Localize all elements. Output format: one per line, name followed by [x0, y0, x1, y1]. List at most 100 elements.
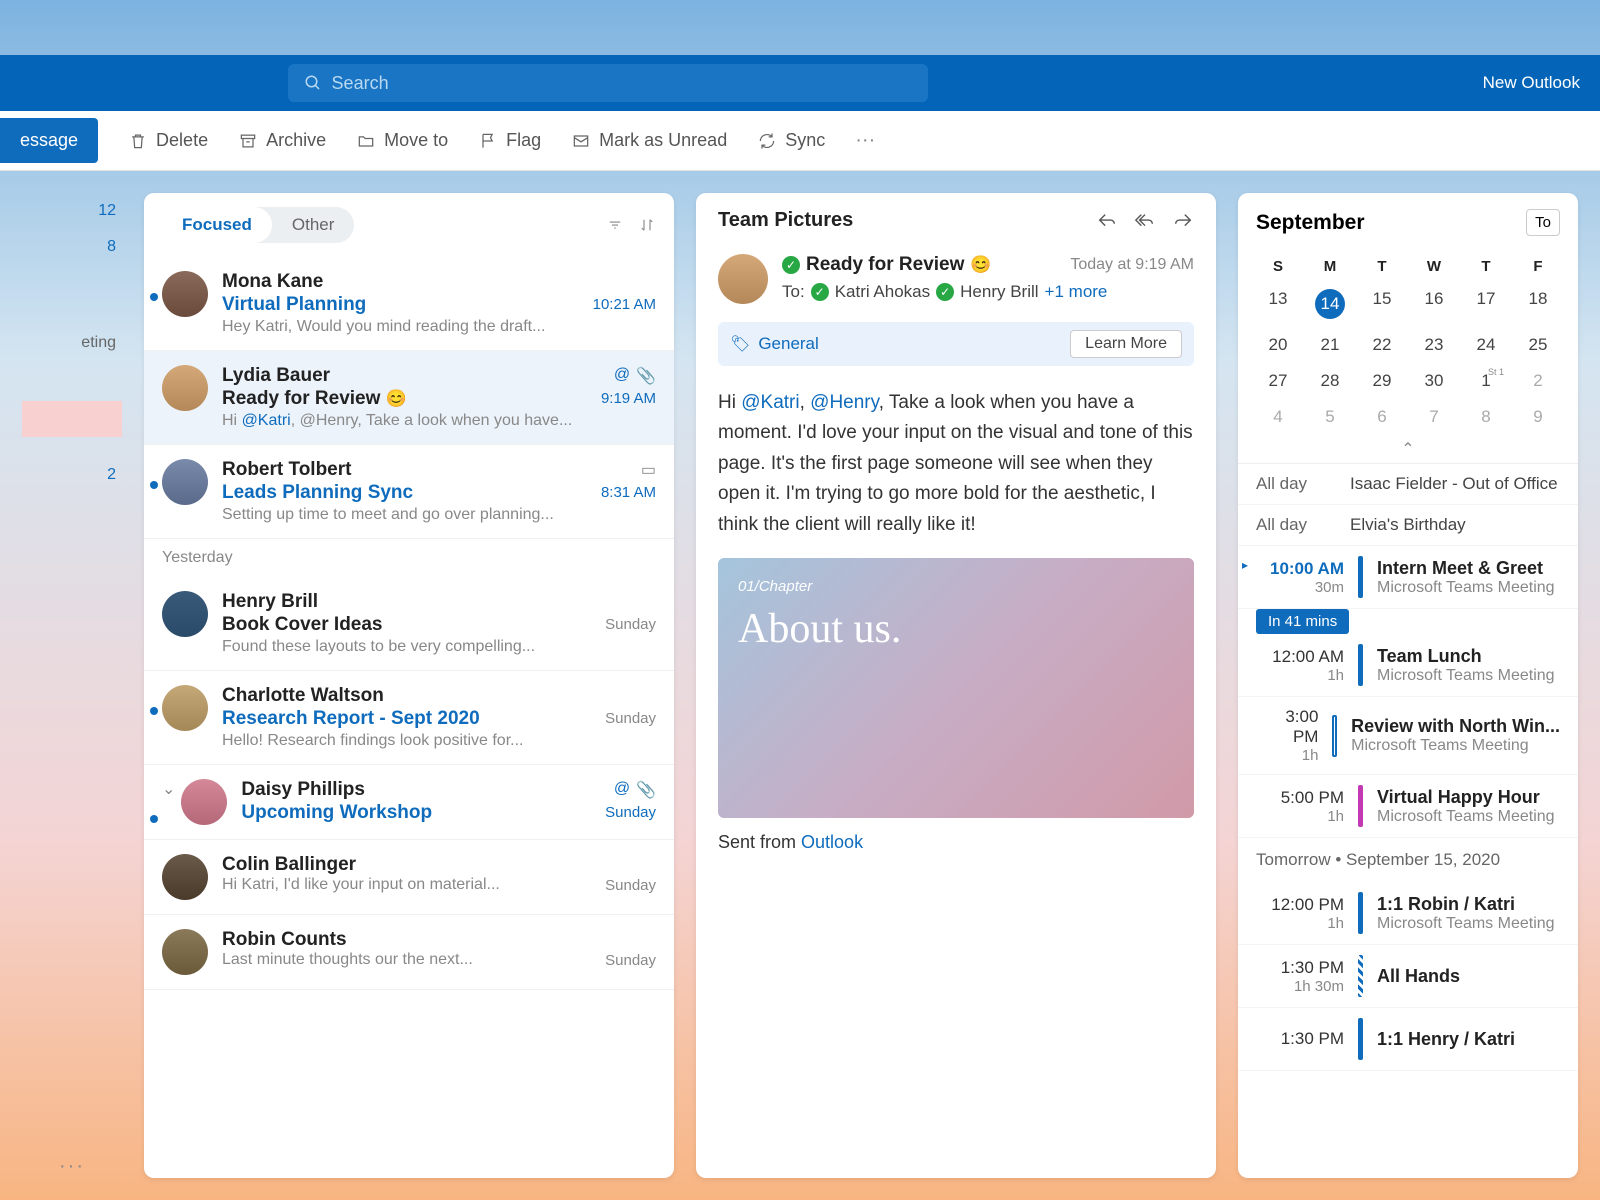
avatar [162, 854, 208, 900]
tab-other[interactable]: Other [272, 207, 355, 243]
filter-icon[interactable] [606, 216, 624, 234]
new-outlook-toggle[interactable]: New Outlook [1483, 73, 1580, 93]
time: Sunday [605, 877, 656, 894]
calendar-event[interactable]: 12:00 AM1h Team LunchMicrosoft Teams Mee… [1238, 634, 1578, 697]
calendar-dow: SMTWTF [1252, 252, 1564, 281]
calendar-event[interactable]: 12:00 PM1h 1:1 Robin / KatriMicrosoft Te… [1238, 882, 1578, 945]
preview: Hey Katri, Would you mind reading the dr… [222, 318, 656, 336]
more-recipients[interactable]: +1 more [1045, 282, 1108, 302]
allday-event[interactable]: All dayIsaac Fielder - Out of Office [1238, 464, 1578, 505]
attachment-preview[interactable]: 01/Chapter About us. [718, 558, 1194, 818]
archive-button[interactable]: Archive [238, 130, 326, 151]
subject: Research Report - Sept 2020 [222, 708, 480, 730]
subject: Leads Planning Sync [222, 482, 413, 504]
moveto-button[interactable]: Move to [356, 130, 448, 151]
unread-button[interactable]: Mark as Unread [571, 130, 727, 151]
folder-icon [356, 131, 376, 151]
search-placeholder: Search [332, 73, 389, 94]
delete-button[interactable]: Delete [128, 130, 208, 151]
allday-event[interactable]: All dayElvia's Birthday [1238, 505, 1578, 546]
outlook-link[interactable]: Outlook [801, 832, 863, 852]
chevron-down-icon[interactable]: ⌄ [162, 779, 175, 825]
tag-label[interactable]: General [758, 334, 1062, 354]
message-body: Hi @Katri, @Henry, Take a look when you … [696, 370, 1216, 558]
calendar-event[interactable]: 1:30 PM1h 30m All Hands [1238, 945, 1578, 1008]
recipient[interactable]: Henry Brill [960, 282, 1038, 302]
nav-item-meeting[interactable]: eting [22, 325, 122, 361]
preview: Hi Katri, I'd like your input on materia… [222, 876, 500, 894]
calendar-month: September [1256, 211, 1526, 235]
time: Sunday [605, 952, 656, 969]
calendar-event[interactable]: 3:00 PM1h Review with North Win...Micros… [1238, 697, 1578, 775]
reply-icon[interactable] [1096, 210, 1118, 232]
search-input[interactable]: Search [288, 64, 928, 102]
time: Sunday [605, 710, 656, 727]
time: 9:19 AM [601, 390, 656, 407]
subject: Upcoming Workshop [241, 802, 432, 824]
learn-more-button[interactable]: Learn More [1070, 330, 1182, 358]
avatar [718, 254, 768, 304]
reply-all-icon[interactable] [1134, 210, 1156, 232]
preview: Hi @Katri, @Henry, Take a look when you … [222, 412, 656, 430]
message-item[interactable]: Lydia Bauer@📎 Ready for Review 😊9:19 AM … [144, 351, 674, 445]
sync-button[interactable]: Sync [757, 130, 825, 151]
check-icon: ✓ [782, 256, 800, 274]
message-list: Focused Other Mona Kane Virtual Planning… [144, 193, 674, 1178]
collapse-icon[interactable]: ⌃ [1252, 435, 1564, 463]
nav-more[interactable]: ··· [22, 1155, 122, 1178]
message-item[interactable]: Henry Brill Book Cover IdeasSunday Found… [144, 577, 674, 671]
nav-item-selected[interactable] [22, 401, 122, 437]
new-message-button[interactable]: essage [0, 118, 98, 163]
mail-icon [571, 131, 591, 151]
calendar-event[interactable]: 1:30 PM 1:1 Henry / Katri [1238, 1008, 1578, 1071]
sync-icon [757, 131, 777, 151]
message-item[interactable]: Robert Tolbert▭ Leads Planning Sync8:31 … [144, 445, 674, 539]
sender: Mona Kane [222, 271, 323, 293]
list-header: Focused Other [144, 193, 674, 257]
attach-chapter: 01/Chapter [738, 578, 1174, 595]
message-item[interactable]: Robin Counts Last minute thoughts our th… [144, 915, 674, 990]
nav-count-2[interactable]: 8 [22, 229, 122, 265]
mention-icon: @ [614, 780, 630, 800]
check-icon: ✓ [811, 283, 829, 301]
nav-count-3[interactable]: 2 [22, 457, 122, 493]
time: Sunday [605, 804, 656, 821]
flag-icon [478, 131, 498, 151]
avatar [162, 685, 208, 731]
recipient[interactable]: Katri Ahokas [835, 282, 930, 302]
search-icon [304, 74, 322, 92]
flag-button[interactable]: Flag [478, 130, 541, 151]
avatar [162, 365, 208, 411]
to-label: To: [782, 282, 805, 302]
message-item[interactable]: Charlotte Waltson Research Report - Sept… [144, 671, 674, 765]
nav-count-1[interactable]: 12 [22, 193, 122, 229]
subject: Virtual Planning [222, 294, 366, 316]
window-chrome: Search New Outlook [0, 55, 1600, 111]
preview: Last minute thoughts our the next... [222, 951, 473, 969]
sender: Robin Counts [222, 929, 347, 951]
tag-icon: 🏷 [730, 334, 750, 354]
sender: Lydia Bauer [222, 365, 330, 387]
message-item[interactable]: Mona Kane Virtual Planning10:21 AM Hey K… [144, 257, 674, 351]
calendar-days[interactable]: 131415161718 202122232425 272829301St 12… [1252, 281, 1564, 435]
preview: Hello! Research findings look positive f… [222, 732, 656, 750]
tab-focused[interactable]: Focused [162, 207, 272, 243]
unread-dot [150, 707, 158, 715]
unread-dot [150, 481, 158, 489]
sender: Charlotte Waltson [222, 685, 384, 707]
message-subject: Ready for Review [806, 254, 964, 276]
sender: Colin Ballinger [222, 854, 356, 876]
section-yesterday: Yesterday [144, 539, 674, 577]
calendar-event[interactable]: 5:00 PM1h Virtual Happy HourMicrosoft Te… [1238, 775, 1578, 838]
unread-dot [150, 815, 158, 823]
message-item[interactable]: ⌄ Daisy Phillips@📎 Upcoming WorkshopSund… [144, 765, 674, 840]
sort-icon[interactable] [638, 216, 656, 234]
today-button[interactable]: To [1526, 209, 1560, 236]
forward-icon[interactable] [1172, 210, 1194, 232]
attachment-icon: 📎 [636, 366, 656, 386]
reading-pane: Team Pictures ✓ Ready for Review 😊 Today… [696, 193, 1216, 1178]
message-item[interactable]: Colin Ballinger Hi Katri, I'd like your … [144, 840, 674, 915]
calendar-event[interactable]: 10:00 AM30m Intern Meet & GreetMicrosoft… [1238, 546, 1578, 609]
sender: Daisy Phillips [241, 779, 365, 801]
more-button[interactable]: ··· [855, 129, 875, 152]
